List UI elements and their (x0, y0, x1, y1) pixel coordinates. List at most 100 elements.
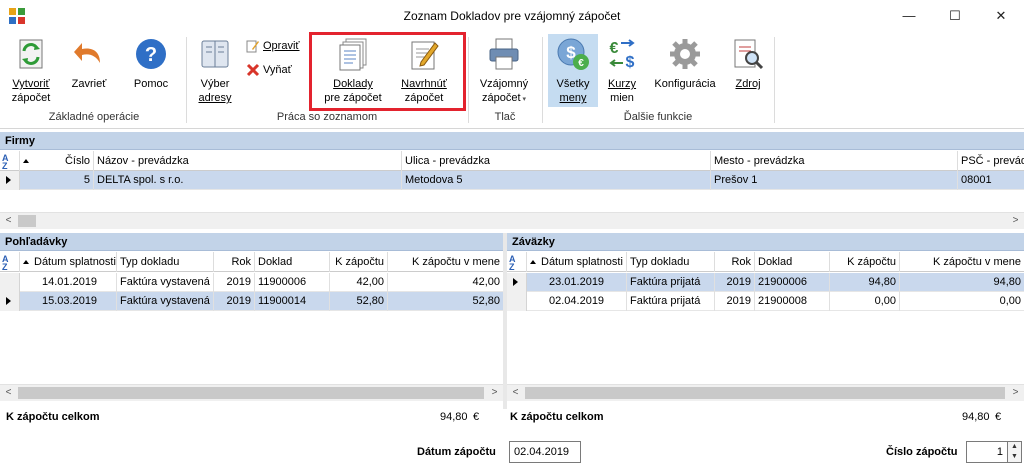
column-header-street[interactable]: Ulica - prevádzka (402, 151, 711, 171)
column-header-to-offset-currency[interactable]: K zápočtu v mene (900, 252, 1024, 272)
cell-doc-type: Faktúra prijatá (627, 292, 715, 311)
column-header-year[interactable]: Rok (214, 252, 255, 272)
offset-number-label: Číslo zápočtu (886, 446, 958, 458)
scrollbar-thumb[interactable] (18, 215, 36, 227)
scroll-left-icon[interactable]: < (507, 385, 524, 402)
sort-ascending-icon (23, 260, 29, 265)
ribbon-toolbar: Vytvoriť zápočet Zavrieť ? Pomoc Základn… (0, 31, 1024, 129)
back-arrow-icon (74, 43, 100, 63)
liabilities-total-label: K zápočtu celkom (510, 411, 604, 423)
column-header-to-offset[interactable]: K zápočtu (830, 252, 900, 272)
sort-ascending-icon (530, 260, 536, 265)
help-button[interactable]: ? Pomoc (126, 37, 176, 91)
stepper-up-icon[interactable]: ▲ (1008, 442, 1021, 452)
title-bar: Zoznam Dokladov pre vzájomný zápočet — ☐… (0, 0, 1024, 31)
offset-date-field[interactable]: 02.04.2019 (509, 441, 581, 463)
stepper-down-icon[interactable]: ▼ (1008, 452, 1021, 462)
maximize-button[interactable]: ☐ (932, 0, 978, 31)
offset-date-label: Dátum zápočtu (417, 446, 496, 458)
minimize-button[interactable]: — (886, 0, 932, 31)
scroll-right-icon[interactable]: > (1007, 213, 1024, 230)
cell-to-offset: 42,00 (330, 273, 388, 292)
column-header-name[interactable]: Názov - prevádzka (94, 151, 402, 171)
column-header-zip[interactable]: PSČ - prevádzka (958, 151, 1024, 171)
column-header-to-offset-currency[interactable]: K zápočtu v mene (388, 252, 503, 272)
all-currencies-toggle[interactable]: $ € Všetky meny (548, 34, 598, 107)
row-indicator (0, 292, 20, 311)
sort-az-icon[interactable]: AZ (0, 252, 20, 272)
create-offset-button[interactable]: Vytvoriť zápočet (6, 37, 56, 105)
current-row-arrow-icon (6, 297, 11, 305)
select-address-button[interactable]: Výber adresy (192, 37, 238, 105)
offset-number-stepper[interactable]: ▲ ▼ (1008, 441, 1022, 463)
close-button[interactable]: ✕ (978, 0, 1024, 31)
configuration-label: Konfigurácia (654, 78, 716, 90)
column-header-due-date[interactable]: Dátum splatnosti (527, 252, 627, 272)
refresh-document-icon (19, 39, 43, 69)
companies-horizontal-scrollbar[interactable]: < > (0, 212, 1024, 229)
offset-number-field[interactable]: 1 (966, 441, 1008, 463)
column-header-doc-type[interactable]: Typ dokladu (627, 252, 715, 272)
table-row[interactable]: 23.01.2019 Faktúra prijatá 2019 21900006… (507, 273, 1024, 292)
liabilities-section-header: Záväzky (507, 233, 1024, 251)
column-header-year[interactable]: Rok (715, 252, 755, 272)
receivables-horizontal-scrollbar[interactable]: < > (0, 384, 503, 401)
row-indicator (0, 171, 20, 190)
column-header-doc-type[interactable]: Typ dokladu (117, 252, 214, 272)
column-header-document[interactable]: Doklad (255, 252, 330, 272)
source-label: Zdroj (735, 78, 761, 90)
sort-az-icon[interactable]: AZ (507, 252, 527, 272)
edit-label: Opraviť (263, 40, 300, 52)
remove-button[interactable]: Vyňať (246, 63, 292, 77)
column-header-label: Číslo (64, 155, 90, 167)
exchange-icon: € $ (609, 39, 635, 71)
table-row[interactable]: 5 DELTA spol. s r.o. Metodova 5 Prešov 1… (0, 171, 1024, 190)
sort-az-icon[interactable]: AZ (0, 151, 20, 171)
table-row[interactable]: 02.04.2019 Faktúra prijatá 2019 21900008… (507, 292, 1024, 311)
scroll-right-icon[interactable]: > (486, 385, 503, 402)
column-header-document[interactable]: Doklad (755, 252, 830, 272)
create-offset-label-2: zápočet (11, 92, 51, 104)
current-row-arrow-icon (513, 278, 518, 286)
cell-due-date: 02.04.2019 (527, 292, 627, 311)
cell-due-date: 23.01.2019 (527, 273, 627, 292)
group-label-basic: Základné operácie (48, 111, 140, 123)
group-label-list: Práca so zoznamom (276, 111, 378, 123)
scroll-left-icon[interactable]: < (0, 213, 17, 230)
address-book-icon (201, 40, 229, 68)
column-header-number[interactable]: Číslo (20, 151, 94, 171)
cell-to-offset-currency: 52,80 (472, 295, 500, 307)
column-header-due-date[interactable]: Dátum splatnosti (20, 252, 117, 272)
delete-icon (246, 64, 260, 77)
scroll-right-icon[interactable]: > (1007, 385, 1024, 402)
cell-document: 21900008 (755, 292, 830, 311)
receivables-total-currency: € (473, 411, 480, 423)
liabilities-horizontal-scrollbar[interactable]: < > (507, 384, 1024, 401)
all-currencies-label-1: Všetky (556, 78, 590, 90)
all-currencies-label-2: meny (559, 92, 587, 104)
table-row[interactable]: 15.03.2019 Faktúra vystavená 2019 119000… (0, 292, 503, 311)
column-header-to-offset[interactable]: K zápočtu (330, 252, 388, 272)
cell-name: DELTA spol. s r.o. (94, 171, 402, 190)
configuration-button[interactable]: Konfigurácia (650, 37, 720, 91)
currency-coin-icon: $ € (557, 38, 589, 70)
cell-document: 11900014 (255, 292, 330, 311)
edit-button[interactable]: Opraviť (246, 39, 300, 53)
table-row[interactable]: 14.01.2019 Faktúra vystavená 2019 119000… (0, 273, 503, 292)
cell-city: Prešov 1 (711, 171, 958, 190)
cell-year: 2019 (715, 273, 755, 292)
cell-year: 2019 (214, 273, 255, 292)
exchange-rates-button[interactable]: € $ Kurzy mien (602, 37, 642, 105)
close-window-button[interactable]: Zavrieť (62, 37, 116, 91)
highlight-frame (309, 32, 466, 111)
column-header-city[interactable]: Mesto - prevádzka (711, 151, 958, 171)
window-title: Zoznam Dokladov pre vzájomný zápočet (403, 9, 621, 23)
scroll-left-icon[interactable]: < (0, 385, 17, 402)
print-offset-button[interactable]: Vzájomný zápočet ▾ (474, 37, 534, 107)
cell-to-offset-currency: 42,00 (472, 276, 500, 288)
scrollbar-thumb[interactable] (525, 387, 1005, 399)
source-button[interactable]: Zdroj (728, 37, 768, 91)
svg-text:€: € (578, 58, 584, 69)
cell-to-offset-currency: 94,80 (993, 276, 1021, 288)
scrollbar-thumb[interactable] (18, 387, 484, 399)
